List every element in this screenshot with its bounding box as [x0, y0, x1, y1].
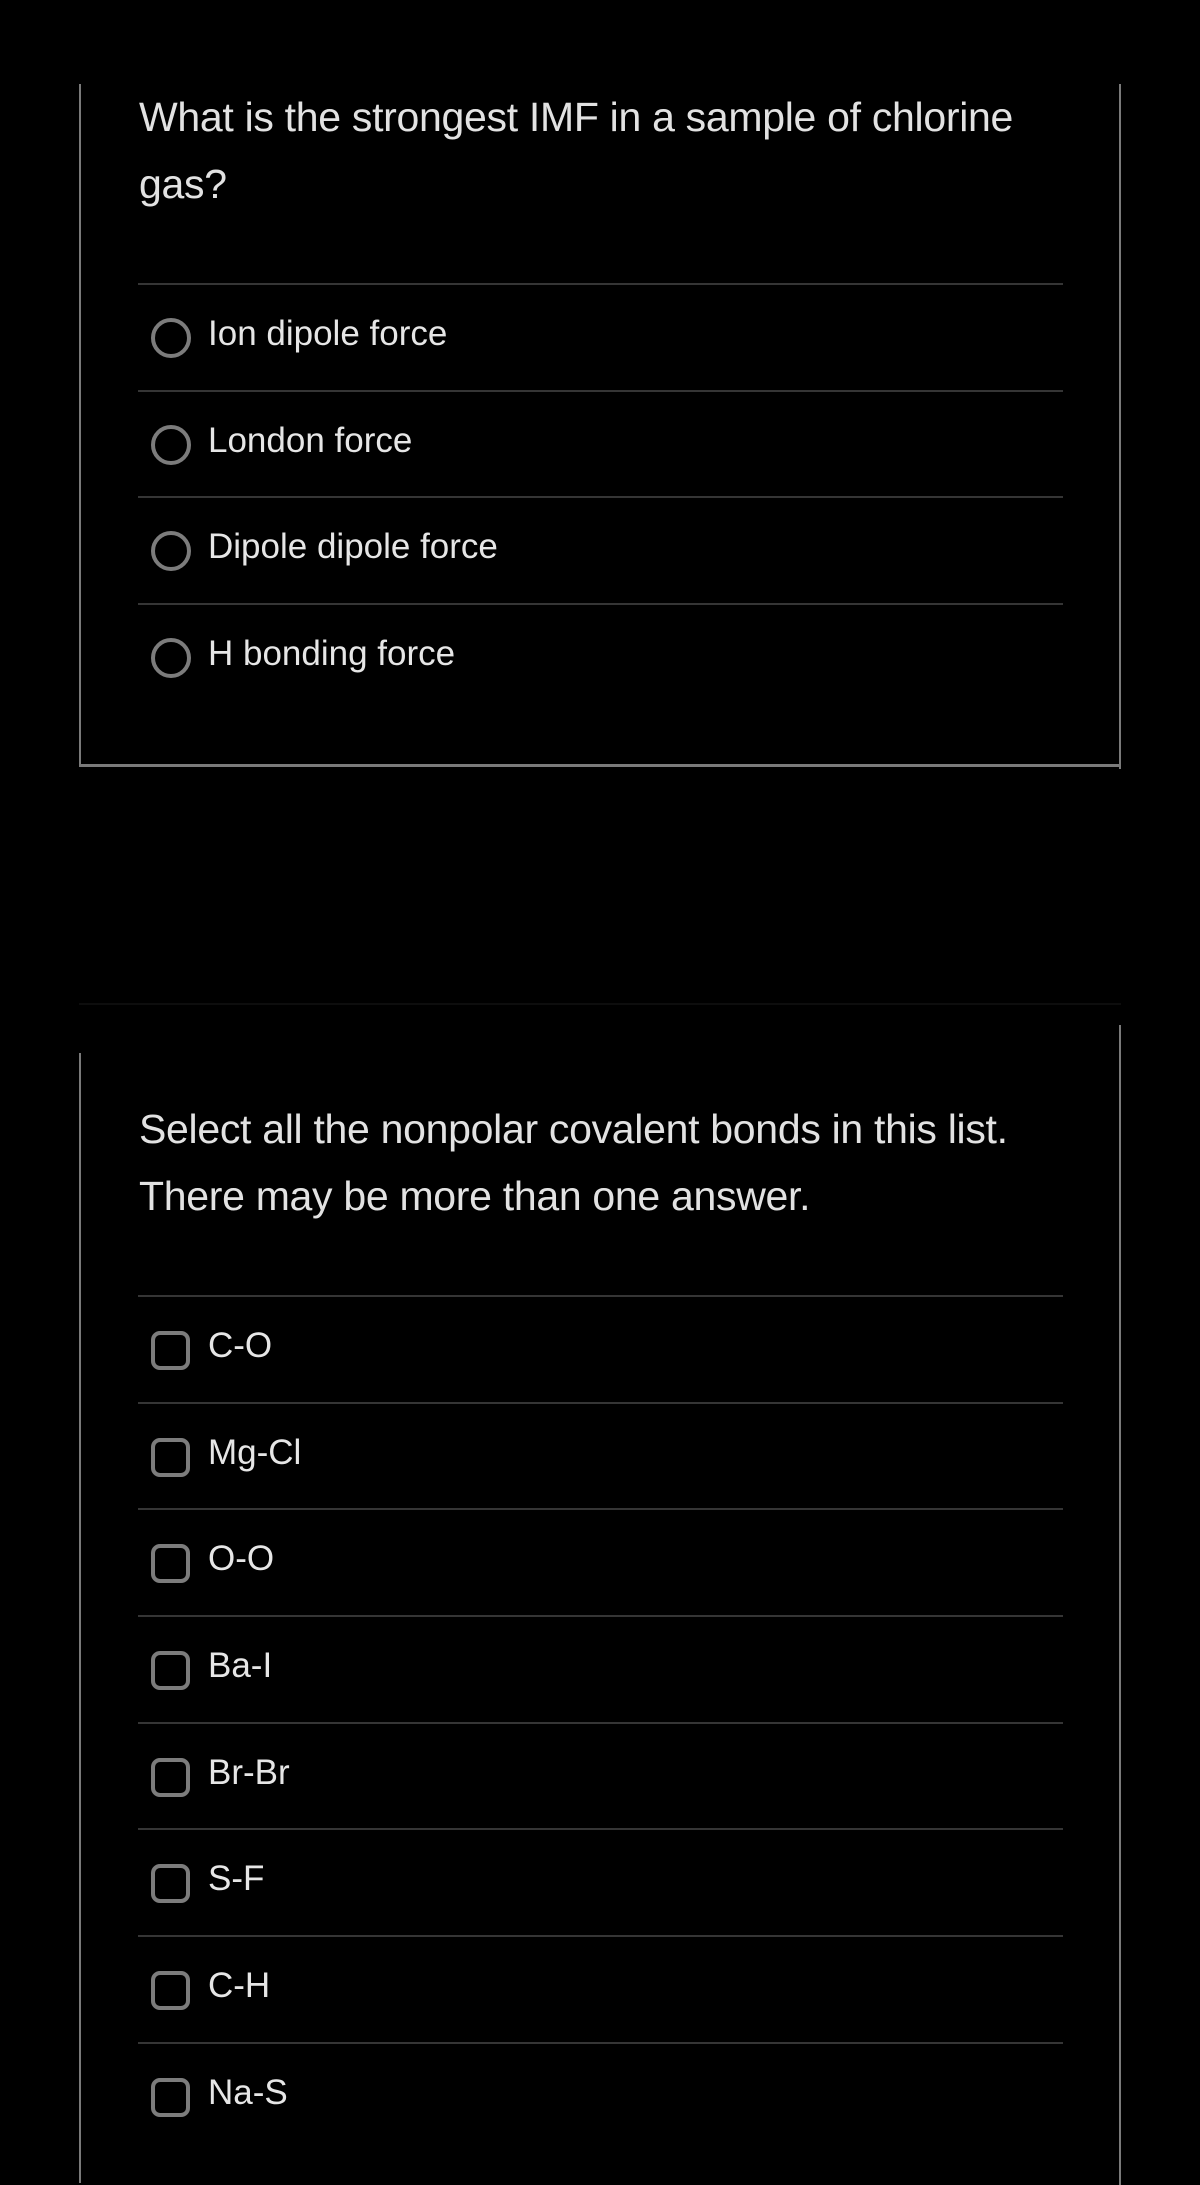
radio-circle-icon[interactable]	[151, 638, 191, 679]
option-label: Ion dipole force	[208, 314, 448, 353]
radio-option-dipole-dipole[interactable]: Dipole dipole force	[138, 496, 1063, 603]
option-label: H bonding force	[208, 634, 456, 674]
checkbox-square-icon[interactable]	[151, 1651, 190, 1691]
checkbox-option-c-o[interactable]: C-O	[138, 1295, 1063, 1402]
checkbox-option-na-s[interactable]: Na-S	[138, 2041, 1063, 2149]
option-label: C-H	[208, 1966, 271, 2006]
checkbox-square-icon[interactable]	[151, 1331, 190, 1370]
radio-option-h-bonding[interactable]: H bonding force	[138, 603, 1063, 710]
checkbox-option-br-br[interactable]: Br-Br	[138, 1721, 1063, 1829]
checkbox-option-c-h[interactable]: C-H	[138, 1935, 1063, 2042]
card-border-right	[1119, 84, 1121, 769]
option-label: C-O	[208, 1326, 273, 1365]
question-card-nonpolar-bonds: Select all the nonpolar covalent bonds i…	[79, 1025, 1121, 2185]
card-border-right	[1119, 1025, 1121, 2185]
checkbox-square-icon[interactable]	[151, 2077, 190, 2117]
question-prompt: Select all the nonpolar covalent bonds i…	[139, 1106, 1008, 1219]
card-border-left	[79, 1053, 81, 2183]
option-label: O-O	[208, 1539, 275, 1579]
option-label: Dipole dipole force	[208, 527, 498, 567]
radio-circle-icon[interactable]	[151, 531, 191, 572]
radio-circle-icon[interactable]	[151, 424, 191, 465]
question-prompt: What is the strongest IMF in a sample of…	[139, 94, 1014, 207]
option-label: London force	[208, 420, 413, 460]
radio-option-london[interactable]: London force	[138, 389, 1063, 497]
option-label: Ba-I	[208, 1646, 273, 1686]
option-label: Na-S	[208, 2072, 288, 2112]
checkbox-option-ba-i[interactable]: Ba-I	[138, 1615, 1063, 1722]
radio-circle-icon[interactable]	[151, 318, 191, 358]
checkbox-option-list: C-O Mg-Cl O-O Ba-I Br-Br S-F C-H Na-S	[138, 1295, 1063, 2149]
option-label: Mg-Cl	[208, 1432, 302, 1472]
checkbox-option-s-f[interactable]: S-F	[138, 1828, 1063, 1935]
radio-option-ion-dipole[interactable]: Ion dipole force	[138, 283, 1063, 390]
option-label: Br-Br	[208, 1752, 290, 1792]
checkbox-square-icon[interactable]	[151, 1757, 190, 1797]
option-label: S-F	[208, 1859, 265, 1899]
checkbox-option-o-o[interactable]: O-O	[138, 1508, 1063, 1615]
card-border-bottom	[79, 764, 1121, 767]
checkbox-square-icon[interactable]	[151, 1437, 190, 1477]
question-card-imf: What is the strongest IMF in a sample of…	[79, 84, 1121, 769]
checkbox-square-icon[interactable]	[151, 1864, 190, 1904]
radio-option-list: Ion dipole force London force Dipole dip…	[138, 283, 1063, 710]
checkbox-square-icon[interactable]	[151, 1544, 190, 1584]
checkbox-option-mg-cl[interactable]: Mg-Cl	[138, 1401, 1063, 1509]
card-separator	[79, 1003, 1121, 1005]
card-border-left	[79, 84, 81, 766]
checkbox-square-icon[interactable]	[151, 1971, 190, 2011]
